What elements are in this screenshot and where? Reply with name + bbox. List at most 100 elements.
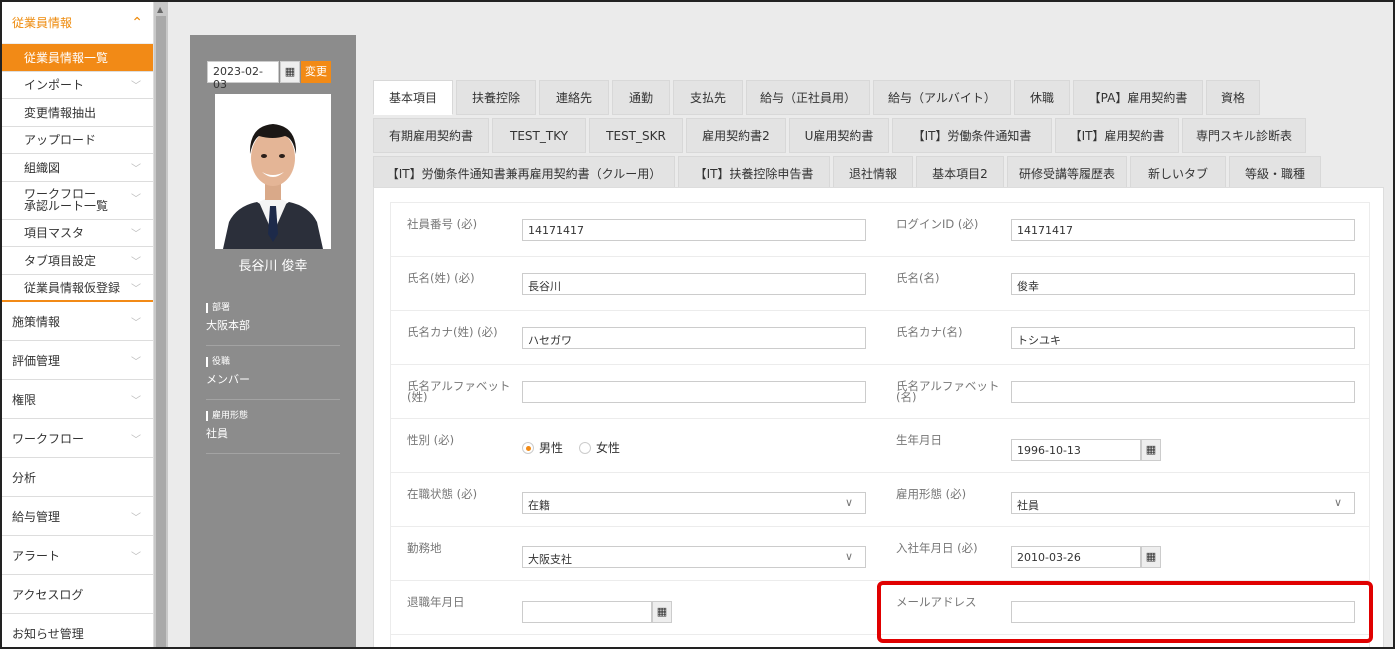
login-id-input[interactable]: 14171417 [1011, 219, 1355, 241]
chevron-down-icon: ﹀ [131, 356, 141, 368]
tab-training-history[interactable]: 研修受講等履歴表 [1007, 156, 1127, 191]
tab-pa-contract[interactable]: 【PA】雇用契約書 [1073, 80, 1203, 115]
tab-test-tky[interactable]: TEST_TKY [492, 118, 586, 153]
sidebar-item-label: 従業員情報仮登録 [24, 280, 121, 295]
field-label: 氏名カナ(姓) (必) [407, 325, 498, 339]
tab-qualifications[interactable]: 資格 [1206, 80, 1260, 115]
sidebar-item-upload[interactable]: アップロード [2, 127, 153, 154]
tab-retirement[interactable]: 退社情報 [833, 156, 913, 191]
tab-dependents[interactable]: 扶養控除 [456, 80, 536, 115]
sidebar-item-import[interactable]: インポート ﹀ [2, 72, 153, 99]
first-alphabet-input[interactable] [1011, 381, 1355, 403]
first-kana-input[interactable]: トシユキ [1011, 327, 1355, 349]
email-highlight-box [877, 581, 1373, 643]
chevron-down-icon: ﹀ [131, 551, 141, 563]
gender-female-radio[interactable]: 女性 [579, 439, 620, 456]
reference-date-input[interactable]: 2023-02-03 [207, 61, 279, 91]
tab-it-dependents-form[interactable]: 【IT】扶養控除申告書 [678, 156, 830, 191]
tab-leave[interactable]: 休職 [1014, 80, 1070, 115]
join-date-input[interactable]: 2010-03-26 [1011, 546, 1141, 568]
profile-field-position: 役職 メンバー [206, 357, 340, 400]
sidebar-item-employee-list[interactable]: 従業員情報一覧 [2, 44, 153, 72]
sidebar-item-label: アップロード [24, 133, 97, 148]
sidebar-item-label: 評価管理 [12, 353, 61, 368]
sidebar-item-evaluation[interactable]: 評価管理 ﹀ [2, 341, 153, 380]
calendar-icon[interactable]: ▦ [652, 601, 672, 623]
sidebar-item-workflow-route[interactable]: ワークフロー 承認ルート一覧 ﹀ [2, 182, 153, 220]
calendar-icon[interactable]: ▦ [280, 61, 300, 83]
tab-contract-2[interactable]: 雇用契約書2 [686, 118, 786, 153]
sidebar-item-label: 給与管理 [12, 509, 61, 524]
label-line-2: (名) [896, 390, 917, 404]
sidebar-item-notices[interactable]: お知らせ管理 [2, 614, 153, 647]
leave-date-input[interactable] [522, 601, 652, 623]
first-name-input[interactable]: 俊幸 [1011, 273, 1355, 295]
calendar-icon[interactable]: ▦ [1141, 439, 1161, 461]
field-label: 退職年月日 [407, 595, 465, 609]
radio-label: 男性 [539, 441, 564, 455]
sidebar-item-access-log[interactable]: アクセスログ [2, 575, 153, 614]
sidebar-item-org-chart[interactable]: 組織図 ﹀ [2, 154, 153, 182]
calendar-icon[interactable]: ▦ [1141, 546, 1161, 568]
sidebar-section-employee[interactable]: 従業員情報 ⌃ [2, 2, 153, 44]
sidebar-item-label: アクセスログ [12, 587, 84, 602]
sidebar-item-workflow[interactable]: ワークフロー ﹀ [2, 419, 153, 458]
workplace-select[interactable]: 大阪支社 ∨ [522, 546, 866, 568]
tab-commute[interactable]: 通勤 [612, 80, 670, 115]
employment-type-select[interactable]: 社員 ∨ [1011, 492, 1355, 514]
tab-u-contract[interactable]: U雇用契約書 [789, 118, 889, 153]
field-label: 雇用形態 (必) [896, 487, 967, 501]
employment-status-select[interactable]: 在籍 ∨ [522, 492, 866, 514]
birthdate-input[interactable]: 1996-10-13 [1011, 439, 1141, 461]
field-label: 在職状態 (必) [407, 487, 478, 501]
last-name-input[interactable]: 長谷川 [522, 273, 866, 295]
tab-it-working-conditions[interactable]: 【IT】労働条件通知書 [892, 118, 1052, 153]
sidebar-item-payroll[interactable]: 給与管理 ﹀ [2, 497, 153, 536]
tab-grade-job[interactable]: 等級・職種 [1229, 156, 1321, 191]
sidebar-item-label: ワークフロー [12, 431, 85, 446]
sidebar-item-label: 項目マスタ [24, 226, 85, 241]
sidebar-item-analysis[interactable]: 分析 [2, 458, 153, 497]
field-label: 性別 (必) [407, 433, 455, 447]
sidebar-item-item-master[interactable]: 項目マスタ ﹀ [2, 220, 153, 247]
chevron-down-icon: ∨ [1333, 496, 1342, 509]
tab-payee[interactable]: 支払先 [673, 80, 743, 115]
tab-new-tab[interactable]: 新しいタブ [1130, 156, 1226, 191]
gender-male-radio[interactable]: 男性 [522, 439, 563, 456]
change-date-button[interactable]: 変更 [301, 61, 331, 83]
sidebar-item-label: ワークフロー 承認ルート一覧 [24, 188, 108, 212]
tab-test-skr[interactable]: TEST_SKR [589, 118, 683, 153]
employee-no-input[interactable]: 14171417 [522, 219, 866, 241]
sidebar-item-permissions[interactable]: 権限 ﹀ [2, 380, 153, 419]
sidebar-item-label: 権限 [12, 392, 37, 407]
last-alphabet-input[interactable] [522, 381, 866, 403]
sidebar-item-label: 従業員情報一覧 [24, 50, 109, 65]
tab-basic[interactable]: 基本項目 [373, 80, 453, 115]
scroll-up-arrow-icon[interactable]: ▲ [157, 5, 163, 14]
sidebar-item-label: インポート [24, 78, 85, 93]
profile-field-value: 社員 [206, 427, 228, 440]
scrollbar-thumb[interactable] [156, 16, 166, 647]
sidebar-scrollbar[interactable]: ▲ [154, 2, 168, 647]
tab-basic-2[interactable]: 基本項目2 [916, 156, 1004, 191]
tab-it-contract[interactable]: 【IT】雇用契約書 [1055, 118, 1179, 153]
chevron-down-icon: ﹀ [131, 256, 141, 268]
employee-form: 社員番号 (必) 14171417 ログインID (必) 14171417 氏名… [373, 187, 1384, 647]
tab-it-rehire-crew[interactable]: 【IT】労働条件通知書兼再雇用契約書（クルー用） [373, 156, 675, 191]
profile-field-value: メンバー [206, 373, 250, 386]
last-kana-input[interactable]: ハセガワ [522, 327, 866, 349]
sidebar-item-alert[interactable]: アラート ﹀ [2, 536, 153, 575]
sidebar-item-change-extract[interactable]: 変更情報抽出 [2, 99, 153, 127]
tab-salary-parttime[interactable]: 給与（アルバイト） [873, 80, 1011, 115]
chevron-down-icon: ﹀ [131, 229, 141, 241]
tab-salary-regular[interactable]: 給与（正社員用） [746, 80, 870, 115]
sidebar-item-tab-settings[interactable]: タブ項目設定 ﹀ [2, 247, 153, 275]
sidebar-item-policy[interactable]: 施策情報 ﹀ [2, 302, 153, 341]
sidebar-item-temp-registration[interactable]: 従業員情報仮登録 ﹀ [2, 275, 153, 302]
select-value: 大阪支社 [528, 553, 572, 566]
tab-fixed-term-contract[interactable]: 有期雇用契約書 [373, 118, 489, 153]
tab-contacts[interactable]: 連絡先 [539, 80, 609, 115]
tab-skill-diagnosis[interactable]: 専門スキル診断表 [1182, 118, 1306, 153]
sidebar-item-label: タブ項目設定 [24, 253, 97, 268]
profile-field-employment: 雇用形態 社員 [206, 411, 340, 454]
